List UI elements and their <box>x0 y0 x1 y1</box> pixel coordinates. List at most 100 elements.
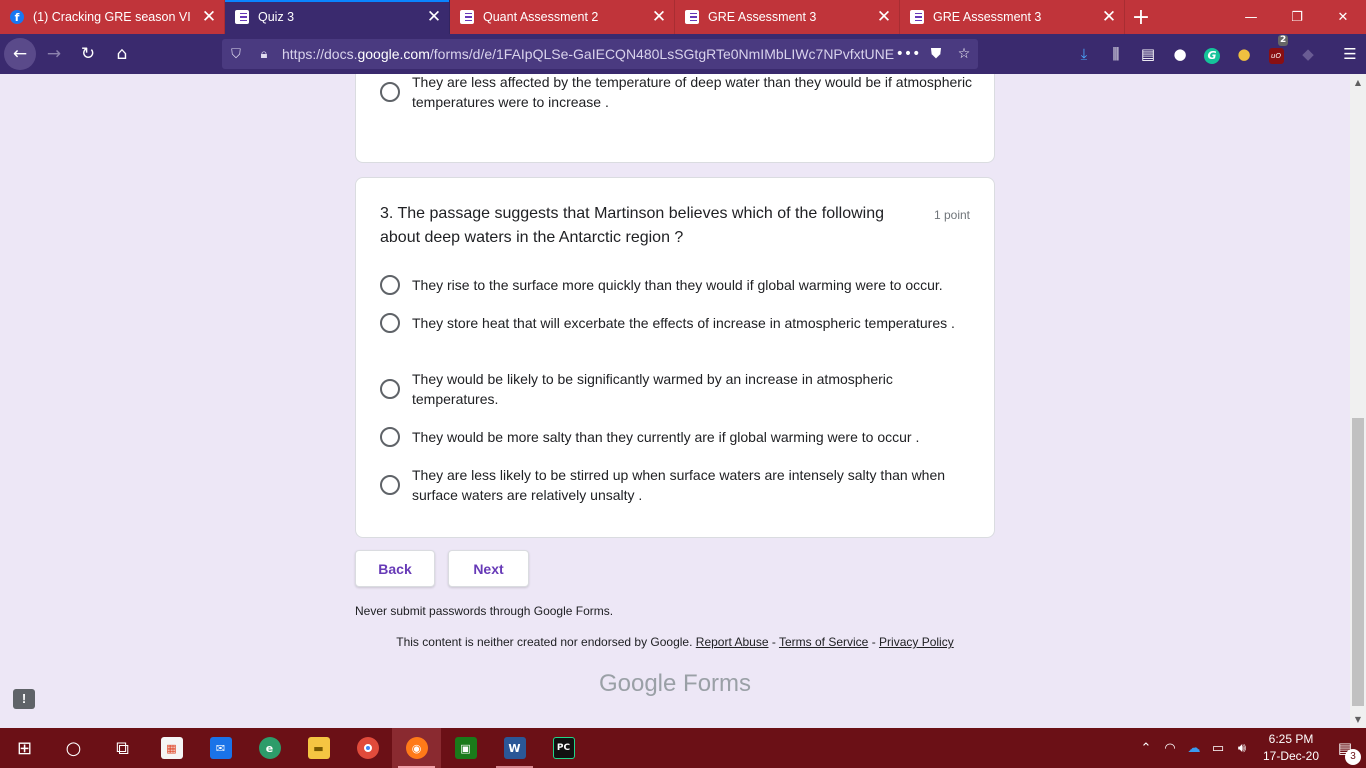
google-forms-icon <box>910 10 924 24</box>
library-icon[interactable]: ⫼ <box>1100 45 1132 63</box>
disclaimer-text: This content is neither created nor endo… <box>396 635 693 649</box>
grammarly-icon[interactable]: G <box>1196 45 1228 64</box>
tab-title: GRE Assessment 3 <box>708 10 817 24</box>
feedback-icon[interactable]: ! <box>13 689 35 709</box>
firefox-icon[interactable]: ◉ <box>392 728 441 768</box>
chrome-icon[interactable] <box>343 728 392 768</box>
close-icon[interactable]: ✕ <box>194 7 224 27</box>
ublock-icon[interactable]: uO 2 <box>1260 35 1292 64</box>
back-arrow-icon[interactable]: ← <box>4 38 36 70</box>
report-abuse-link[interactable]: Report Abuse <box>696 635 769 649</box>
tab-facebook[interactable]: f (1) Cracking GRE season VI | Fa ✕ <box>0 0 225 34</box>
window-controls: — ❐ ✕ <box>1228 0 1366 34</box>
answer-option[interactable]: They would be likely to be significantly… <box>380 369 974 409</box>
answer-option[interactable]: They store heat that will excerbate the … <box>380 313 974 333</box>
option-label: They rise to the surface more quickly th… <box>412 277 943 293</box>
tab-title: GRE Assessment 3 <box>933 10 1042 24</box>
option-label: They store heat that will excerbate the … <box>412 315 955 331</box>
question-card-previous: They are less affected by the temperatur… <box>355 74 995 163</box>
option-label: They would be likely to be significantly… <box>412 371 893 407</box>
battery-icon[interactable]: ▭ <box>1206 741 1230 756</box>
answer-option[interactable]: They are less likely to be stirred up wh… <box>380 465 974 505</box>
next-button[interactable]: Next <box>448 550 529 587</box>
lock-icon[interactable]: 🔒︎ <box>250 47 278 62</box>
extension-icon[interactable]: ● <box>1228 45 1260 63</box>
separator: - <box>871 635 876 649</box>
new-tab-button[interactable]: + <box>1125 0 1157 34</box>
scrollbar-thumb[interactable] <box>1352 418 1364 706</box>
radio-button[interactable] <box>380 275 400 295</box>
volume-icon[interactable]: 🔊︎ <box>1230 741 1254 756</box>
address-bar[interactable]: ⛉ 🔒︎ https://docs.google.com/forms/d/e/1… <box>222 39 978 69</box>
radio-button[interactable] <box>380 427 400 447</box>
search-icon[interactable]: ○ <box>49 728 98 768</box>
google-forms-logo[interactable]: Google Forms <box>355 670 995 698</box>
answer-option[interactable]: They would be more salty than they curre… <box>380 427 974 447</box>
disclaimer: This content is neither created nor endo… <box>355 635 995 649</box>
answer-option[interactable]: They are less affected by the temperatur… <box>380 74 974 112</box>
browser-tools: ⤓ ⫼ ▤ ● G ● uO 2 ◆ ☰ <box>1068 34 1366 74</box>
extension-bell-icon[interactable]: ◆ <box>1292 45 1324 63</box>
windows-start-icon[interactable]: ⊞ <box>0 728 49 768</box>
vertical-scrollbar[interactable]: ▲ ▼ <box>1350 74 1366 728</box>
screen-capture-icon[interactable]: ▣ <box>441 728 490 768</box>
chevron-up-icon[interactable]: ⌃ <box>1134 741 1158 756</box>
clock[interactable]: 6:25 PM 17-Dec-20 <box>1258 731 1324 765</box>
option-label: They are less affected by the temperatur… <box>412 74 973 110</box>
tab-title: (1) Cracking GRE season VI | Fa <box>33 10 194 24</box>
shield-icon[interactable]: ⛉ <box>222 47 250 62</box>
privacy-link[interactable]: Privacy Policy <box>879 635 954 649</box>
close-icon[interactable]: ✕ <box>644 7 674 27</box>
google-forms-icon <box>685 10 699 24</box>
account-icon[interactable]: ● <box>1164 45 1196 63</box>
word-icon[interactable]: W <box>490 728 539 768</box>
form-page: They are less affected by the temperatur… <box>0 74 1350 728</box>
facebook-icon: f <box>10 10 24 24</box>
mail-icon[interactable]: ✉ <box>196 728 245 768</box>
edge-icon[interactable]: e <box>245 728 294 768</box>
more-actions-icon[interactable]: ••• <box>894 46 922 62</box>
notification-icon[interactable]: ▤ 3 <box>1324 739 1366 765</box>
download-icon[interactable]: ⤓ <box>1068 45 1100 63</box>
close-icon[interactable]: ✕ <box>419 7 449 27</box>
sidebar-icon[interactable]: ▤ <box>1132 45 1164 63</box>
forward-arrow-icon[interactable]: → <box>38 38 70 70</box>
minimize-icon[interactable]: — <box>1228 0 1274 34</box>
menu-icon[interactable]: ☰ <box>1334 45 1366 63</box>
store-icon[interactable]: ▦ <box>147 728 196 768</box>
restore-icon[interactable]: ❐ <box>1274 0 1320 34</box>
radio-button[interactable] <box>380 379 400 399</box>
wifi-icon[interactable]: ◠ <box>1158 741 1182 756</box>
close-icon[interactable]: ✕ <box>869 7 899 27</box>
pocket-icon[interactable]: ⛊ <box>922 46 950 62</box>
bookmark-star-icon[interactable]: ☆ <box>950 46 978 62</box>
radio-button[interactable] <box>380 313 400 333</box>
separator: - <box>771 635 776 649</box>
task-view-icon[interactable]: ⧉ <box>98 728 147 768</box>
question-points: 1 point <box>933 208 970 222</box>
window-close-icon[interactable]: ✕ <box>1320 0 1366 34</box>
clock-time: 6:25 PM <box>1268 732 1314 746</box>
system-tray: ⌃ ◠ ☁ ▭ 🔊︎ 6:25 PM 17-Dec-20 ▤ 3 <box>1134 728 1366 768</box>
url-text[interactable]: https://docs.google.com/forms/d/e/1FAIpQ… <box>278 46 894 62</box>
reload-icon[interactable]: ↻ <box>72 38 104 70</box>
tab-quant-assessment-2[interactable]: Quant Assessment 2 ✕ <box>450 0 675 34</box>
scroll-down-icon[interactable]: ▼ <box>1350 715 1366 724</box>
home-icon[interactable]: ⌂ <box>106 38 138 70</box>
tab-quiz-3[interactable]: Quiz 3 ✕ <box>225 0 450 34</box>
radio-button[interactable] <box>380 475 400 495</box>
scroll-up-icon[interactable]: ▲ <box>1350 78 1366 87</box>
clock-date: 17-Dec-20 <box>1262 749 1320 763</box>
back-button[interactable]: Back <box>355 550 435 587</box>
tab-gre-assessment-3[interactable]: GRE Assessment 3 ✕ <box>675 0 900 34</box>
notification-count: 3 <box>1345 749 1361 765</box>
pycharm-icon[interactable]: PC <box>539 728 588 768</box>
terms-link[interactable]: Terms of Service <box>779 635 868 649</box>
tab-gre-assessment-3-b[interactable]: GRE Assessment 3 ✕ <box>900 0 1125 34</box>
close-icon[interactable]: ✕ <box>1094 7 1124 27</box>
file-explorer-icon[interactable]: ▬ <box>294 728 343 768</box>
onedrive-icon[interactable]: ☁ <box>1182 741 1206 756</box>
answer-option[interactable]: They rise to the surface more quickly th… <box>380 275 974 295</box>
tab-title: Quant Assessment 2 <box>483 10 599 24</box>
radio-button[interactable] <box>380 82 400 102</box>
